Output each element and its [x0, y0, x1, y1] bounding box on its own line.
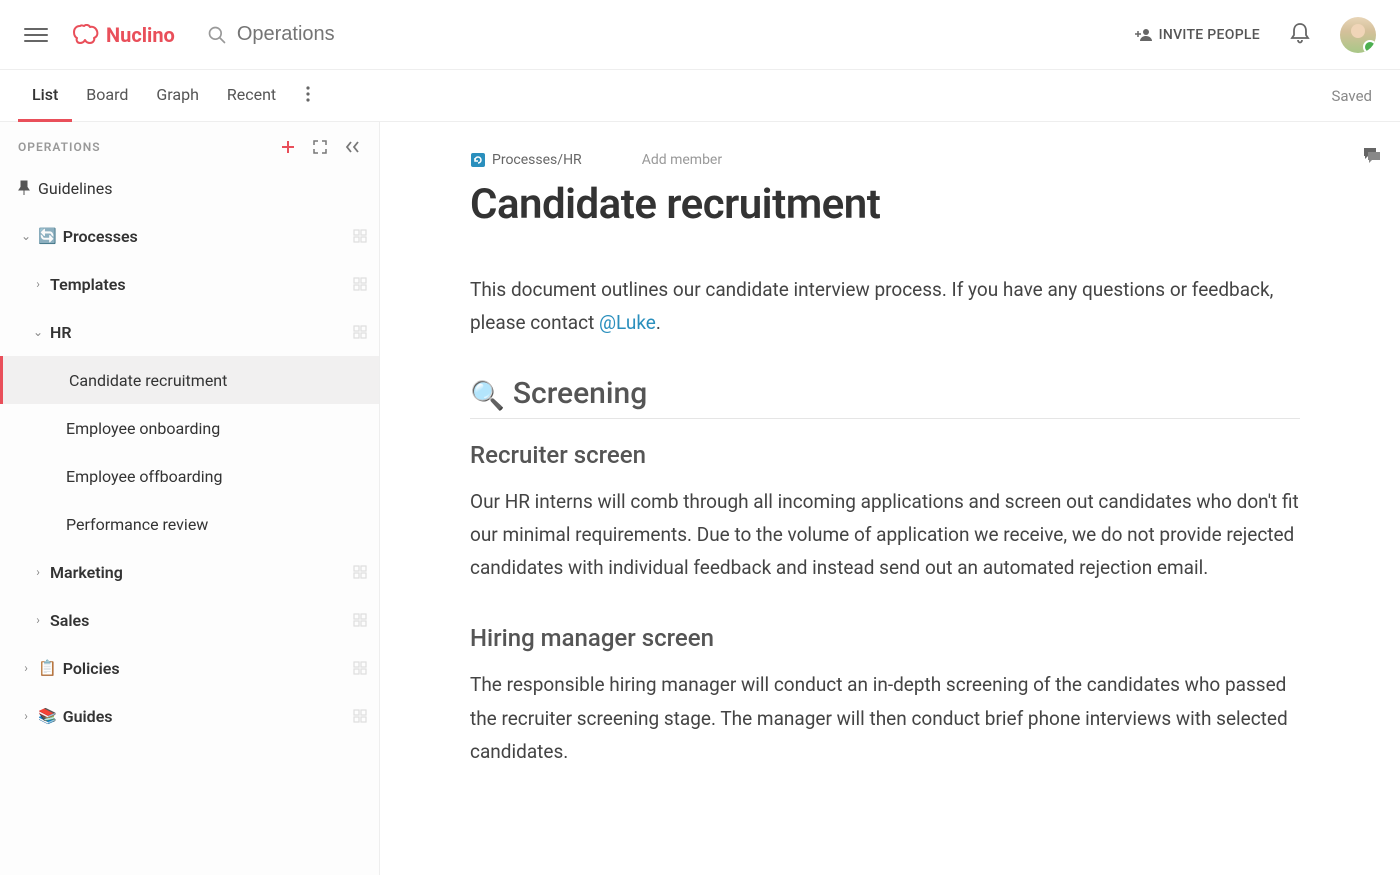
onboarding-label: Employee onboarding	[66, 419, 367, 438]
intro-text-b: .	[656, 311, 661, 334]
sidebar-item-candidate-recruitment[interactable]: Candidate recruitment	[0, 356, 379, 404]
expand-icon[interactable]	[313, 140, 327, 154]
invite-label: INVITE PEOPLE	[1159, 27, 1260, 43]
cluster-icon	[353, 277, 367, 291]
doc-actions	[1362, 146, 1400, 164]
cluster-icon	[353, 613, 367, 627]
breadcrumb-hr: HR	[563, 152, 582, 168]
tab-recent[interactable]: Recent	[213, 70, 290, 122]
processes-label: Processes	[63, 227, 353, 246]
intro-text-a: This document outlines our candidate int…	[470, 278, 1273, 334]
add-icon[interactable]	[281, 140, 295, 154]
sidebar: OPERATIONS Guidelines ⌄ 🔄 Processes › Te…	[0, 122, 380, 875]
cluster-icon	[353, 565, 367, 579]
tab-board[interactable]: Board	[72, 70, 142, 122]
collapse-icon[interactable]	[345, 140, 361, 154]
heading-hiring-manager-screen: Hiring manager screen	[470, 624, 1360, 652]
hiring-manager-paragraph: The responsible hiring manager will cond…	[470, 668, 1300, 768]
logo[interactable]: Nuclino	[72, 23, 175, 47]
templates-label: Templates	[50, 275, 353, 294]
tree: Guidelines ⌄ 🔄 Processes › Templates ⌄ H…	[0, 164, 379, 740]
add-member-button[interactable]: Add member	[642, 152, 722, 168]
search-icon[interactable]	[207, 25, 227, 45]
heading-recruiter-screen: Recruiter screen	[470, 441, 1360, 469]
sidebar-item-templates[interactable]: › Templates	[0, 260, 379, 308]
cluster-icon	[353, 325, 367, 339]
sidebar-item-policies[interactable]: › 📋 Policies	[0, 644, 379, 692]
chevron-right-icon: ›	[30, 277, 46, 291]
cluster-icon	[353, 661, 367, 675]
mention-luke[interactable]: @Luke	[599, 311, 656, 334]
candidate-label: Candidate recruitment	[69, 371, 367, 390]
marketing-label: Marketing	[50, 563, 353, 582]
offboarding-label: Employee offboarding	[66, 467, 367, 486]
sidebar-title: OPERATIONS	[18, 140, 281, 154]
chevron-right-icon: ›	[30, 565, 46, 579]
hr-label: HR	[50, 323, 353, 342]
sidebar-item-processes[interactable]: ⌄ 🔄 Processes	[0, 212, 379, 260]
performance-label: Performance review	[66, 515, 367, 534]
brain-icon	[72, 24, 100, 46]
folder-icon: 🔄	[38, 227, 57, 245]
tabbar: List Board Graph Recent Saved	[0, 70, 1400, 122]
folder-icon: 📚	[38, 707, 57, 725]
breadcrumb[interactable]: Processes / HR	[470, 152, 582, 168]
magnifier-emoji: 🔍	[470, 379, 505, 412]
sidebar-item-guides[interactable]: › 📚 Guides	[0, 692, 379, 740]
sidebar-item-employee-offboarding[interactable]: Employee offboarding	[0, 452, 379, 500]
sidebar-item-guidelines[interactable]: Guidelines	[0, 164, 379, 212]
cluster-icon	[353, 229, 367, 243]
chevron-right-icon: ›	[30, 613, 46, 627]
saved-status: Saved	[1331, 87, 1382, 105]
breadcrumb-processes: Processes	[492, 152, 557, 168]
recruiter-screen-paragraph: Our HR interns will comb through all inc…	[470, 485, 1300, 585]
tab-recent-label: Recent	[227, 85, 276, 104]
tab-list[interactable]: List	[18, 70, 72, 122]
sidebar-actions	[281, 140, 361, 154]
content-top: Processes / HR Add member	[470, 152, 1360, 168]
content: Processes / HR Add member Candidate recr…	[380, 122, 1400, 875]
chevron-down-icon: ⌄	[30, 325, 46, 339]
search-input[interactable]	[237, 23, 537, 46]
sidebar-item-hr[interactable]: ⌄ HR	[0, 308, 379, 356]
tab-graph[interactable]: Graph	[142, 70, 213, 122]
avatar[interactable]	[1340, 17, 1376, 53]
invite-icon	[1135, 28, 1153, 42]
sidebar-item-marketing[interactable]: › Marketing	[0, 548, 379, 596]
sales-label: Sales	[50, 611, 353, 630]
heading-screening: 🔍Screening	[470, 376, 1300, 419]
sidebar-item-sales[interactable]: › Sales	[0, 596, 379, 644]
topbar: Nuclino INVITE PEOPLE	[0, 0, 1400, 70]
topbar-right: INVITE PEOPLE	[1135, 17, 1376, 53]
sidebar-item-employee-onboarding[interactable]: Employee onboarding	[0, 404, 379, 452]
notifications-icon[interactable]	[1290, 22, 1310, 48]
tab-list-label: List	[32, 85, 58, 104]
logo-text: Nuclino	[106, 23, 175, 47]
h2-text: Screening	[513, 376, 647, 411]
intro-paragraph: This document outlines our candidate int…	[470, 273, 1300, 340]
menu-icon[interactable]	[24, 23, 48, 47]
tab-board-label: Board	[86, 85, 128, 104]
refresh-icon	[470, 152, 486, 168]
search-wrap	[207, 23, 1135, 46]
guidelines-label: Guidelines	[38, 179, 367, 198]
policies-label: Policies	[63, 659, 353, 678]
body: OPERATIONS Guidelines ⌄ 🔄 Processes › Te…	[0, 122, 1400, 875]
tab-more-icon[interactable]	[296, 86, 320, 106]
tab-graph-label: Graph	[156, 85, 199, 104]
sidebar-header: OPERATIONS	[0, 122, 379, 164]
guides-label: Guides	[63, 707, 353, 726]
folder-icon: 📋	[38, 659, 57, 677]
sidebar-item-performance-review[interactable]: Performance review	[0, 500, 379, 548]
chevron-down-icon: ⌄	[18, 229, 34, 243]
invite-people-button[interactable]: INVITE PEOPLE	[1135, 27, 1260, 43]
cluster-icon	[353, 709, 367, 723]
chevron-right-icon: ›	[18, 661, 34, 675]
pin-icon	[18, 180, 30, 196]
chevron-right-icon: ›	[18, 709, 34, 723]
comments-icon[interactable]	[1362, 146, 1382, 164]
page-title: Candidate recruitment	[470, 180, 1360, 229]
